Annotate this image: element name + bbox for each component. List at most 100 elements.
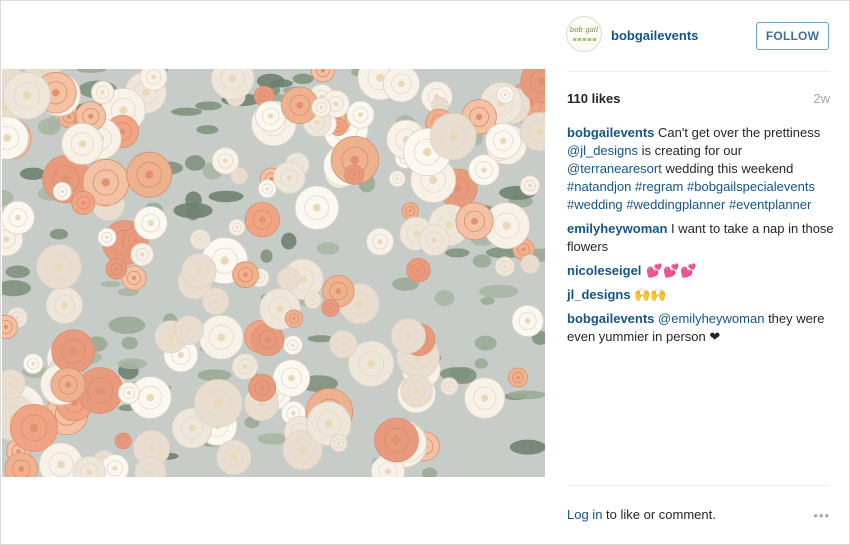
flower-center <box>112 465 118 471</box>
login-link[interactable]: Log in <box>567 507 602 522</box>
leaf-shape <box>5 265 30 279</box>
leaf-shape <box>117 358 148 370</box>
comment-username[interactable]: emilyheywoman <box>567 221 667 236</box>
leaf-shape <box>507 390 545 400</box>
more-options-icon[interactable]: ••• <box>813 508 830 523</box>
flower-center <box>61 301 68 309</box>
flower-center <box>57 460 65 469</box>
flower-center <box>267 113 274 119</box>
follow-button[interactable]: FOLLOW <box>756 22 829 50</box>
comment-link[interactable]: @emilyheywoman <box>658 311 764 326</box>
flower-center <box>398 80 405 88</box>
comment-link[interactable]: #weddingplanner <box>626 197 725 212</box>
leaf-shape <box>208 190 244 203</box>
post-photo[interactable] <box>2 69 545 477</box>
flower-center <box>101 178 110 187</box>
flower-center <box>22 91 32 100</box>
flower-center <box>7 381 14 387</box>
flower-center <box>392 436 401 444</box>
flower-center <box>319 105 323 110</box>
flower-center <box>445 221 453 229</box>
comment: bobgailevents @emilyheywoman they were e… <box>567 310 837 346</box>
flower-center <box>296 101 304 109</box>
comment-text: Can't get over the prettiness <box>654 125 821 140</box>
comment-username[interactable]: nicoleseigel <box>567 263 641 278</box>
leaf-shape <box>480 296 495 305</box>
comment: jl_designs 🙌🙌 <box>567 286 837 304</box>
flower-center <box>500 137 507 145</box>
comment-username[interactable]: bobgailevents <box>567 311 654 326</box>
leaf-shape <box>195 101 222 111</box>
flower-center <box>416 268 421 273</box>
flower-center <box>502 221 511 230</box>
flower-center <box>78 140 87 148</box>
flower-center <box>198 237 203 242</box>
flower-center <box>265 187 269 191</box>
leaf-shape <box>260 249 273 263</box>
comment-link[interactable]: #eventplanner <box>729 197 811 212</box>
leaf-shape <box>478 284 519 299</box>
leaf-shape <box>196 125 219 135</box>
flower-center <box>481 394 489 402</box>
flower-center <box>131 275 137 281</box>
post-username[interactable]: bobgailevents <box>611 28 698 43</box>
comment-username[interactable]: jl_designs <box>567 287 631 302</box>
leaf-shape <box>434 290 455 306</box>
avatar-logo-stripe <box>573 38 597 41</box>
flower-center <box>14 214 21 221</box>
leaf-shape <box>173 202 213 219</box>
flower-center <box>119 106 128 115</box>
flower-center <box>52 89 60 97</box>
flower-center <box>337 441 341 445</box>
flower-center <box>62 174 71 184</box>
flower-center <box>350 155 360 165</box>
flower-center <box>358 112 363 118</box>
flower-center <box>235 225 239 229</box>
flower-center <box>31 361 35 366</box>
flower-center <box>311 298 315 302</box>
flower-center <box>148 445 155 452</box>
flower-center <box>259 216 266 223</box>
comment-username[interactable]: bobgailevents <box>567 125 654 140</box>
comment-text: 💕💕💕 <box>641 263 698 278</box>
comment-text: 🙌🙌 <box>630 287 667 302</box>
flower-center <box>228 74 237 83</box>
leaf-shape <box>19 167 46 180</box>
flower-center <box>121 439 125 443</box>
flower-center <box>29 423 39 433</box>
leaf-shape <box>256 73 285 89</box>
comments-list: bobgailevents Can't get over the prettin… <box>567 124 837 352</box>
flower-center <box>217 333 226 342</box>
flower-center <box>195 267 203 275</box>
flower-center <box>352 172 357 177</box>
flower-center <box>335 288 342 294</box>
flower-center <box>188 424 196 432</box>
flower-center <box>265 336 271 343</box>
likes-count[interactable]: 110 likes <box>567 91 621 106</box>
avatar[interactable]: bob gail <box>566 16 602 52</box>
flower-center <box>288 374 295 382</box>
flower-center <box>413 388 420 394</box>
flower-center <box>299 275 307 283</box>
comment-link[interactable]: #natandjon <box>567 179 631 194</box>
flower-center <box>431 237 437 244</box>
flower-center <box>328 306 332 310</box>
leaf-shape <box>46 116 60 132</box>
leaf-shape <box>170 107 203 116</box>
flower-center <box>100 90 105 95</box>
comment-link[interactable]: #bobgailspecialevents <box>687 179 815 194</box>
flower-center <box>367 359 376 368</box>
flower-center <box>405 332 412 340</box>
comment-link[interactable]: #wedding <box>567 197 623 212</box>
flower-center <box>413 230 420 237</box>
comment: bobgailevents Can't get over the prettin… <box>567 124 837 214</box>
flower-center <box>88 113 94 120</box>
flower-center <box>422 147 432 157</box>
comment-link[interactable]: @jl_designs <box>567 143 638 158</box>
comment-link[interactable]: #regram <box>635 179 683 194</box>
post-age[interactable]: 2w <box>813 91 830 106</box>
flower-center <box>3 324 9 330</box>
flower-center <box>146 393 155 402</box>
comment-link[interactable]: @terranearesort <box>567 161 662 176</box>
avatar-logo-text: bob gail <box>569 26 599 34</box>
